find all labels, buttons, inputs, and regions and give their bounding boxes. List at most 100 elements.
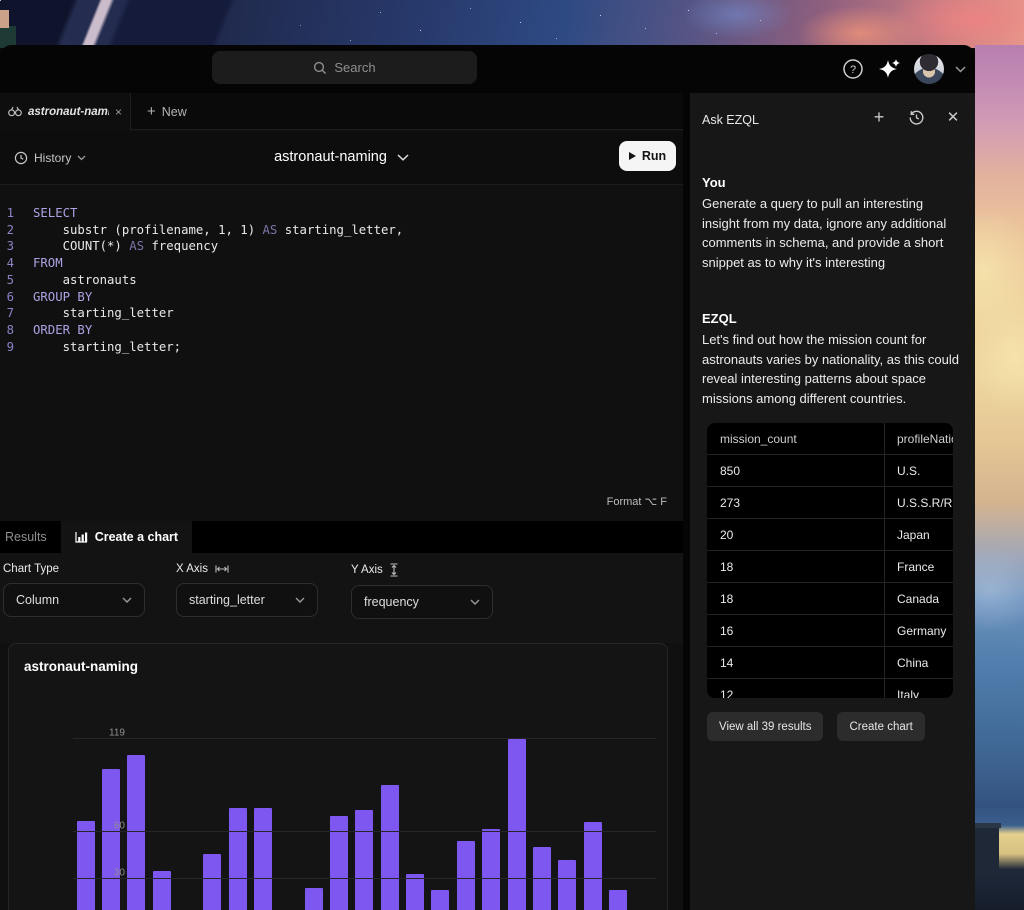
ask-ezql-title: Ask EZQL bbox=[702, 113, 759, 127]
clock-icon bbox=[14, 151, 28, 165]
cell-profile-nation: U.S.S.R/Russ bbox=[885, 487, 953, 518]
create-chart-button[interactable]: Create chart bbox=[837, 712, 924, 741]
results-preview-table[interactable]: mission_countprofileNation850U.S.273U.S.… bbox=[707, 423, 953, 698]
y-axis-value: frequency bbox=[364, 595, 419, 609]
table-header-row[interactable]: mission_countprofileNation bbox=[707, 423, 953, 455]
chevron-down-icon bbox=[470, 599, 480, 605]
table-row[interactable]: 16Germany bbox=[707, 615, 953, 647]
line-number: 3 bbox=[0, 238, 14, 255]
chat-history-icon[interactable] bbox=[906, 107, 926, 127]
vertical-axis-icon bbox=[390, 563, 398, 577]
bar[interactable] bbox=[431, 890, 449, 910]
bar[interactable] bbox=[229, 808, 247, 910]
ai-sparkle-icon[interactable] bbox=[877, 56, 903, 82]
code-line: 3 COUNT(*) AS frequency bbox=[0, 238, 403, 255]
bar[interactable] bbox=[381, 785, 399, 910]
chart-type-dropdown[interactable]: Column bbox=[3, 583, 145, 617]
wallpaper-stars bbox=[0, 0, 1, 1]
bar[interactable] bbox=[127, 755, 145, 910]
line-number: 7 bbox=[0, 305, 14, 322]
panel-actions: View all 39 results Create chart bbox=[707, 712, 925, 741]
results-tab-bar: Results Create a chart bbox=[0, 521, 683, 553]
table-row[interactable]: 18Canada bbox=[707, 583, 953, 615]
line-number: 8 bbox=[0, 322, 14, 339]
app-topbar: Search ? bbox=[0, 45, 975, 93]
bar[interactable] bbox=[77, 821, 95, 910]
table-row[interactable]: 14China bbox=[707, 647, 953, 679]
history-label: History bbox=[34, 151, 71, 165]
cell-mission-count: 18 bbox=[707, 551, 885, 582]
sql-editor[interactable]: 1SELECT2 substr (profilename, 1, 1) AS s… bbox=[0, 185, 683, 521]
new-tab-label: New bbox=[162, 105, 187, 119]
line-number: 2 bbox=[0, 222, 14, 239]
svg-text:?: ? bbox=[850, 64, 856, 76]
account-chevron-down-icon[interactable] bbox=[955, 66, 966, 73]
tab-results[interactable]: Results bbox=[0, 521, 61, 553]
code-line: 2 substr (profilename, 1, 1) AS starting… bbox=[0, 222, 403, 239]
code-line: 9 starting_letter; bbox=[0, 339, 403, 356]
x-axis-dropdown[interactable]: starting_letter bbox=[176, 583, 318, 617]
run-button[interactable]: Run bbox=[619, 141, 676, 171]
history-button[interactable]: History bbox=[10, 144, 90, 172]
table-row[interactable]: 12Italy bbox=[707, 679, 953, 698]
code-line: 1SELECT bbox=[0, 205, 403, 222]
you-message: Generate a query to pull an interesting … bbox=[702, 194, 964, 272]
bar[interactable] bbox=[558, 860, 576, 910]
table-row[interactable]: 20Japan bbox=[707, 519, 953, 551]
plus-icon: + bbox=[147, 103, 156, 120]
help-icon[interactable]: ? bbox=[840, 56, 866, 82]
tab-create-a-chart[interactable]: Create a chart bbox=[61, 521, 192, 553]
cell-mission-count: 20 bbox=[707, 519, 885, 550]
table-row[interactable]: 273U.S.S.R/Russ bbox=[707, 487, 953, 519]
y-axis-tick: 119 bbox=[85, 728, 125, 739]
new-chat-plus-icon[interactable]: + bbox=[869, 107, 889, 127]
bar[interactable] bbox=[457, 841, 475, 910]
chevron-down-icon bbox=[77, 155, 86, 161]
ask-ezql-header: Ask EZQL + ✕ bbox=[690, 93, 975, 141]
line-number: 6 bbox=[0, 289, 14, 306]
cell-profile-nation: profileNation bbox=[885, 423, 953, 454]
bar[interactable] bbox=[102, 769, 120, 910]
user-avatar[interactable] bbox=[914, 54, 944, 84]
new-tab-button[interactable]: + New bbox=[131, 93, 203, 130]
query-pane: astronaut-naming × + New History astrona… bbox=[0, 93, 683, 910]
bar[interactable] bbox=[584, 822, 602, 910]
format-shortcut-hint[interactable]: Format ⌥ F bbox=[607, 495, 667, 508]
cell-profile-nation: Italy bbox=[885, 679, 953, 698]
bar-chart-icon bbox=[75, 531, 88, 543]
chart-type-label: Chart Type bbox=[3, 563, 59, 575]
y-axis-dropdown[interactable]: frequency bbox=[351, 585, 493, 619]
editor-toolbar: History astronaut-naming Run bbox=[0, 131, 683, 185]
bar[interactable] bbox=[406, 874, 424, 910]
bar[interactable] bbox=[508, 739, 526, 910]
search-input[interactable]: Search bbox=[212, 51, 477, 84]
ezql-message: Let's find out how the mission count for… bbox=[702, 330, 964, 408]
tab-close-icon[interactable]: × bbox=[115, 106, 122, 118]
bar[interactable] bbox=[305, 888, 323, 910]
query-name-dropdown[interactable]: astronaut-naming bbox=[247, 141, 437, 173]
chevron-down-icon bbox=[397, 154, 409, 161]
bar[interactable] bbox=[153, 871, 171, 910]
close-panel-icon[interactable]: ✕ bbox=[943, 107, 963, 127]
table-row[interactable]: 850U.S. bbox=[707, 455, 953, 487]
tab-label: astronaut-naming bbox=[28, 106, 109, 118]
wallpaper-right-strip bbox=[975, 45, 1024, 910]
bar[interactable] bbox=[609, 890, 627, 910]
line-number: 9 bbox=[0, 339, 14, 356]
topbar-icons: ? bbox=[840, 45, 966, 93]
table-row[interactable]: 18France bbox=[707, 551, 953, 583]
document-tab-bar: astronaut-naming × + New bbox=[0, 93, 683, 130]
bar[interactable] bbox=[482, 829, 500, 910]
wallpaper-sky bbox=[0, 0, 1024, 48]
tab-astronaut-naming[interactable]: astronaut-naming × bbox=[0, 93, 131, 130]
x-axis-field: X Axis starting_letter bbox=[176, 563, 318, 617]
bar[interactable] bbox=[254, 808, 272, 910]
app-window: Search ? astronaut-naming × bbox=[0, 45, 975, 910]
bar[interactable] bbox=[203, 854, 221, 910]
x-axis-label: X Axis bbox=[176, 563, 208, 575]
query-name: astronaut-naming bbox=[274, 149, 387, 165]
cell-profile-nation: China bbox=[885, 647, 953, 678]
bar[interactable] bbox=[355, 810, 373, 910]
code-line: 4FROM bbox=[0, 255, 403, 272]
view-all-results-button[interactable]: View all 39 results bbox=[707, 712, 823, 741]
